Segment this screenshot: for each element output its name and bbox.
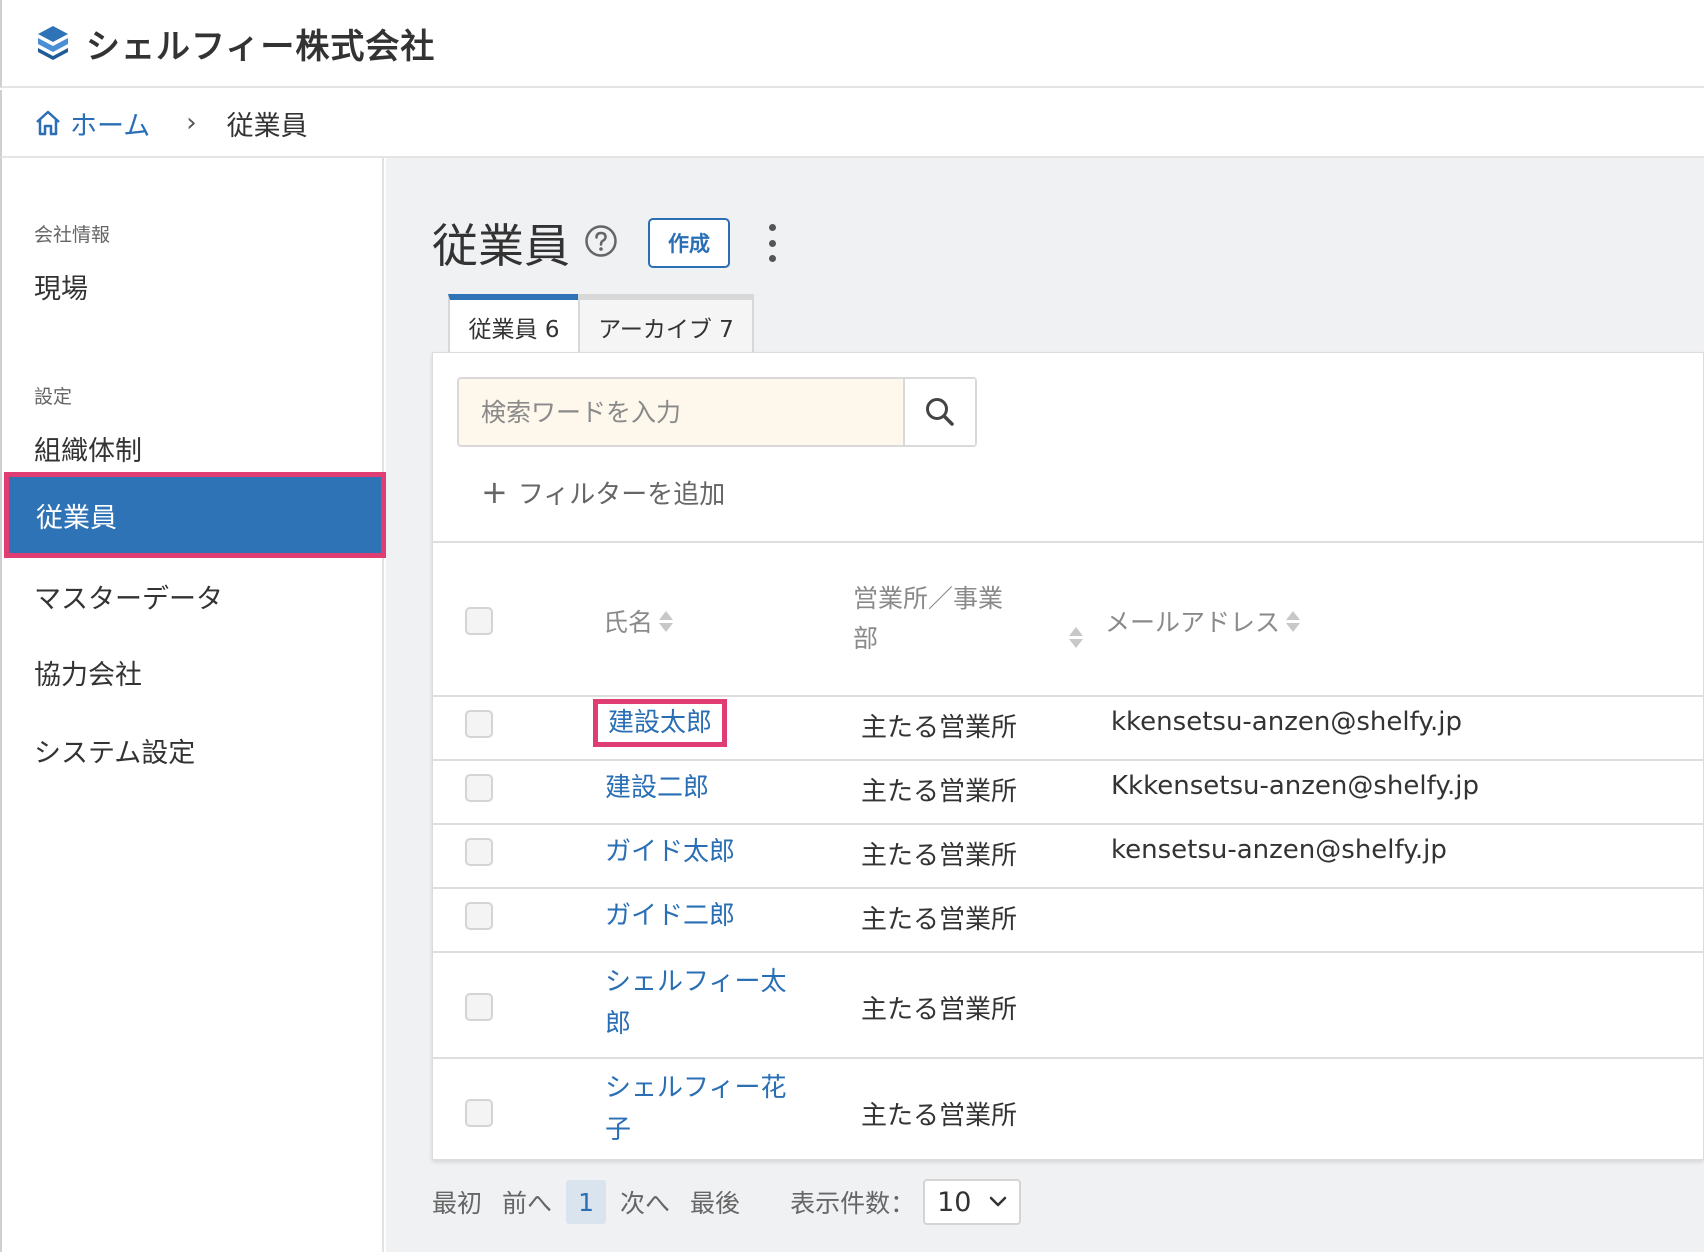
help-icon[interactable]	[584, 224, 618, 258]
tab-employees[interactable]: 従業員 6	[448, 294, 580, 354]
main-content: 従業員 作成 従業員 6 アーカイブ 7 + フィルターを追加 氏名	[386, 158, 1704, 1252]
pager-last[interactable]: 最後	[690, 1184, 740, 1220]
column-header-office-label: 営業所／事業部	[853, 584, 1004, 653]
page-size-select[interactable]: 10	[923, 1179, 1022, 1225]
employee-name-link[interactable]: 建設太郎	[593, 699, 728, 747]
column-header-email[interactable]: メールアドレス	[1105, 603, 1301, 639]
row-divider	[433, 695, 1704, 697]
page-size-value: 10	[937, 1186, 972, 1218]
page-title: 従業員	[432, 219, 570, 273]
pager-prev[interactable]: 前へ	[502, 1184, 552, 1220]
breadcrumb-home-label: ホーム	[70, 110, 151, 142]
search-icon	[926, 398, 954, 426]
select-all-checkbox[interactable]	[465, 607, 493, 635]
pager-current-page[interactable]: 1	[566, 1180, 607, 1224]
employee-office: 主たる営業所	[861, 1101, 1018, 1131]
pager-first[interactable]: 最初	[432, 1184, 482, 1220]
chevron-right-icon: ›	[186, 108, 197, 138]
company-name: シェルフィー株式会社	[86, 26, 436, 67]
row-checkbox[interactable]	[465, 838, 493, 866]
search-input[interactable]	[459, 379, 903, 445]
breadcrumb: ホーム › 従業員	[0, 90, 1704, 158]
row-divider	[433, 951, 1704, 953]
chevron-down-icon	[989, 1196, 1007, 1207]
page-size-label: 表示件数：	[790, 1189, 916, 1218]
breadcrumb-home-link[interactable]: ホーム	[34, 104, 150, 143]
sidebar-item-sites[interactable]: 現場	[2, 254, 386, 318]
column-header-office[interactable]: 営業所／事業部	[853, 579, 1033, 659]
row-divider	[433, 759, 1704, 761]
add-filter-button[interactable]: + フィルターを追加	[481, 473, 725, 511]
plus-icon: +	[481, 473, 508, 511]
row-checkbox[interactable]	[465, 902, 493, 930]
search-button[interactable]	[903, 379, 975, 445]
column-header-name[interactable]: 氏名	[603, 603, 674, 639]
employee-panel: + フィルターを追加 氏名 営業所／事業部 メールアドレス 建設太郎 主たる営業…	[432, 352, 1704, 1160]
breadcrumb-current: 従業員	[226, 110, 308, 142]
row-divider	[433, 887, 1704, 889]
sort-icon[interactable]	[659, 610, 674, 632]
pager-next[interactable]: 次へ	[620, 1184, 670, 1220]
employee-office: 主たる営業所	[861, 841, 1018, 871]
employee-name-link[interactable]: シェルフィー花子	[605, 1067, 805, 1151]
table-divider	[433, 541, 1704, 543]
employee-email: kkensetsu-anzen@shelfy.jp	[1111, 707, 1462, 737]
employee-office: 主たる営業所	[861, 713, 1018, 743]
sidebar-item-employees[interactable]: 従業員	[4, 472, 386, 558]
row-checkbox[interactable]	[465, 710, 493, 738]
employee-office: 主たる営業所	[861, 995, 1018, 1025]
app-header: シェルフィー株式会社	[0, 0, 1704, 88]
create-button[interactable]: 作成	[648, 218, 730, 268]
employee-office: 主たる営業所	[861, 777, 1018, 807]
employee-name-link[interactable]: ガイド二郎	[605, 895, 805, 937]
sort-icon[interactable]	[1286, 610, 1301, 632]
employee-name-link[interactable]: 建設二郎	[605, 767, 805, 809]
logo-icon	[38, 26, 68, 60]
row-checkbox[interactable]	[465, 774, 493, 802]
employee-email: kensetsu-anzen@shelfy.jp	[1111, 835, 1447, 865]
employee-name-link[interactable]: シェルフィー太郎	[605, 961, 805, 1045]
column-header-name-label: 氏名	[603, 608, 654, 637]
add-filter-label: フィルターを追加	[517, 479, 726, 510]
column-header-email-label: メールアドレス	[1105, 608, 1281, 637]
row-divider	[433, 1057, 1704, 1059]
search-box	[457, 377, 977, 447]
sidebar-item-partners[interactable]: 協力会社	[2, 640, 386, 704]
sort-icon[interactable]	[1069, 627, 1083, 648]
pagination: 最初 前へ 1 次へ 最後 表示件数： 10	[432, 1176, 1022, 1228]
home-icon	[36, 110, 60, 136]
sidebar-item-system-settings[interactable]: システム設定	[2, 718, 386, 782]
sidebar-section-company: 会社情報	[34, 224, 111, 246]
more-options-icon[interactable]	[766, 224, 778, 262]
row-checkbox[interactable]	[465, 993, 493, 1021]
sidebar: 会社情報 現場 設定 組織体制 従業員 マスターデータ 協力会社 システム設定	[0, 158, 386, 1252]
sidebar-item-master-data[interactable]: マスターデータ	[2, 564, 386, 628]
tab-archive[interactable]: アーカイブ 7	[578, 294, 754, 354]
sidebar-section-settings: 設定	[34, 386, 73, 408]
employee-email: Kkkensetsu-anzen@shelfy.jp	[1111, 771, 1479, 801]
sidebar-item-organization[interactable]: 組織体制	[2, 416, 386, 480]
row-divider	[433, 823, 1704, 825]
employee-office: 主たる営業所	[861, 905, 1018, 935]
row-checkbox[interactable]	[465, 1099, 493, 1127]
employee-name-link[interactable]: ガイド太郎	[605, 831, 805, 873]
